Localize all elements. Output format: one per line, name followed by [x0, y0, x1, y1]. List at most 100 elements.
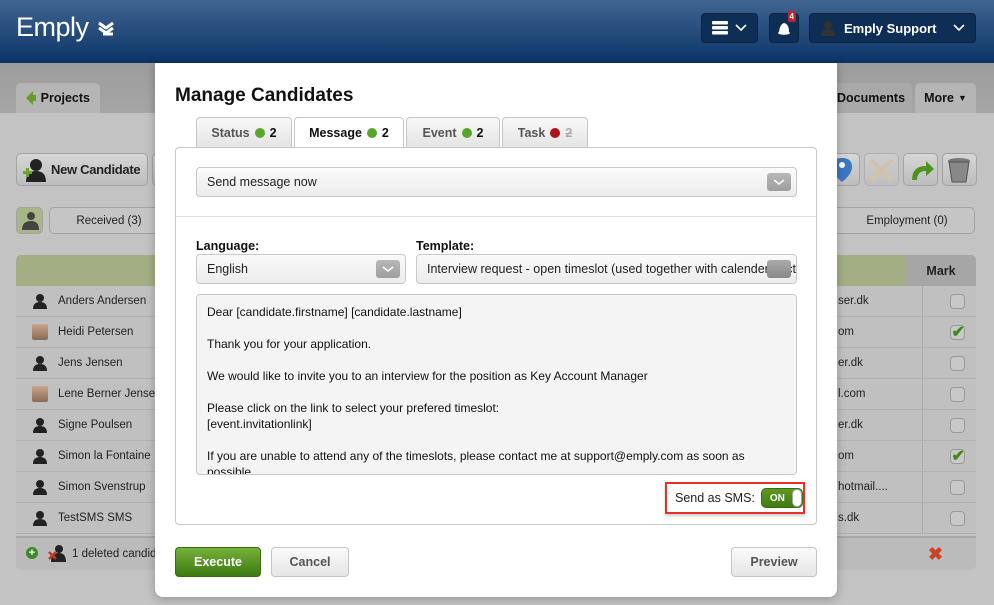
mark-column-header[interactable]: Mark [906, 255, 976, 286]
more-label: More [924, 91, 954, 105]
tab-more[interactable]: More ▼ [915, 83, 976, 113]
user-silhouette-icon [33, 294, 47, 309]
tab-task[interactable]: Task 2 [502, 117, 588, 147]
new-candidate-button[interactable]: New Candidate [16, 153, 148, 186]
candidate-email: ser.dk [838, 295, 869, 307]
execute-button[interactable]: Execute [175, 547, 261, 577]
candidate-name-text: Simon la Fontaine [58, 450, 151, 462]
filter-all-button[interactable] [16, 207, 43, 234]
tab-event[interactable]: Event 2 [406, 117, 500, 147]
mark-checkbox[interactable] [949, 355, 965, 371]
delete-button[interactable] [942, 153, 977, 186]
divider [176, 216, 816, 217]
menu-stack-icon [711, 21, 728, 35]
add-icon[interactable]: + [26, 547, 38, 559]
candidate-photo-icon [32, 324, 48, 340]
candidate-name[interactable]: Lene Berner Jensen [32, 386, 162, 402]
user-silhouette-icon [33, 480, 47, 495]
tab-message[interactable]: Message 2 [294, 117, 404, 148]
candidate-name[interactable]: Simon Svenstrup [32, 479, 146, 495]
mark-checkbox[interactable] [949, 510, 965, 526]
users-group-icon [22, 212, 39, 230]
candidate-name-text: Lene Berner Jensen [58, 388, 162, 400]
mark-checkbox[interactable] [949, 386, 965, 402]
status-dot-icon [461, 127, 472, 138]
mark-header-label: Mark [926, 263, 956, 278]
user-avatar-icon [821, 21, 835, 36]
chevron-down-icon [767, 260, 791, 278]
tab-status[interactable]: Status 2 [196, 117, 292, 147]
tab-count: 2 [476, 125, 484, 140]
candidate-photo-icon [32, 386, 48, 402]
mark-checkbox[interactable] [949, 479, 965, 495]
candidate-name[interactable]: Jens Jensen [32, 355, 123, 371]
candidate-email: om [838, 450, 854, 462]
status-dot-icon [550, 127, 561, 138]
candidate-email: l.com [838, 388, 866, 400]
edit-button[interactable] [864, 153, 899, 186]
emply-logo-icon [97, 21, 114, 35]
send-as-sms-label: Send as SMS: [675, 491, 755, 505]
status-dot-icon [366, 128, 377, 138]
candidate-name[interactable]: Heidi Petersen [32, 324, 133, 340]
logo[interactable]: Emply [16, 12, 117, 43]
language-value: English [207, 262, 248, 276]
candidate-name[interactable]: Signe Poulsen [32, 417, 132, 433]
status-dot-icon [254, 127, 265, 138]
mark-checkbox[interactable]: ✔ [949, 448, 965, 465]
mark-cell [922, 472, 991, 502]
filter-employment[interactable]: Employment (0) [815, 207, 975, 234]
mark-cell: ✔ [922, 317, 991, 347]
top-bar: Emply 4 Emply Support [0, 0, 994, 63]
language-label: Language: [196, 239, 260, 253]
candidate-email: s.dk [838, 512, 860, 524]
manage-candidates-dialog: Manage Candidates Status 2 Message 2 Event… [155, 63, 837, 597]
tab-count: 2 [381, 126, 389, 140]
user-silhouette-icon [33, 449, 47, 464]
user-silhouette-icon [33, 511, 47, 526]
mark-cell [922, 348, 991, 378]
tab-count: 2 [565, 125, 573, 140]
mark-checkbox[interactable] [949, 293, 965, 309]
user-menu-button[interactable]: Emply Support [809, 13, 976, 43]
send-mode-select[interactable]: Send message now [196, 167, 797, 197]
dialog-tabs: Status 2 Message 2 Event 2 Task 2 [196, 117, 588, 148]
notifications-button[interactable]: 4 [769, 11, 799, 43]
forward-button[interactable] [903, 153, 938, 186]
candidate-name[interactable]: TestSMS SMS [32, 510, 132, 526]
clear-marks-icon[interactable]: ✖ [928, 544, 943, 565]
chevron-down-icon [735, 24, 747, 32]
add-user-icon [23, 158, 46, 182]
preview-button[interactable]: Preview [731, 547, 817, 577]
tab-documents[interactable]: Documents [830, 83, 912, 113]
mark-checkbox[interactable] [949, 417, 965, 433]
new-candidate-label: New Candidate [51, 162, 141, 177]
message-body-textarea[interactable]: Dear [candidate.firstname] [candidate.la… [196, 294, 797, 475]
cancel-button[interactable]: Cancel [271, 547, 349, 577]
chevron-down-icon [953, 24, 965, 32]
mark-cell: ✔ [922, 441, 991, 471]
candidate-email: hotmail.... [838, 481, 888, 493]
main-menu-button[interactable] [701, 13, 758, 43]
candidate-email: om [838, 326, 854, 338]
toggle-knob [791, 489, 802, 507]
dialog-title: Manage Candidates [175, 85, 354, 106]
projects-back-tab[interactable]: Projects [16, 83, 100, 113]
template-select[interactable]: Interview request - open timeslot (used … [416, 254, 797, 284]
deleted-candidates-label[interactable]: 1 deleted candida [72, 548, 163, 560]
candidate-name-text: TestSMS SMS [58, 512, 133, 524]
tab-label: Task [517, 125, 546, 140]
mark-checkbox[interactable]: ✔ [949, 324, 965, 341]
template-value: Interview request - open timeslot (used … [427, 262, 796, 276]
chevron-down-icon [376, 260, 400, 278]
filter-received[interactable]: Received (3) [49, 207, 169, 234]
send-as-sms-toggle[interactable]: ON [760, 488, 803, 508]
projects-label: Projects [40, 91, 90, 105]
language-select[interactable]: English [196, 254, 406, 284]
send-as-sms-control: Send as SMS: ON [665, 482, 805, 514]
user-name: Emply Support [844, 20, 937, 36]
candidate-name[interactable]: Simon la Fontaine [32, 448, 151, 464]
arrow-left-icon [26, 91, 36, 105]
candidate-name-text: Signe Poulsen [58, 419, 133, 431]
candidate-name[interactable]: Anders Andersen [32, 293, 146, 309]
